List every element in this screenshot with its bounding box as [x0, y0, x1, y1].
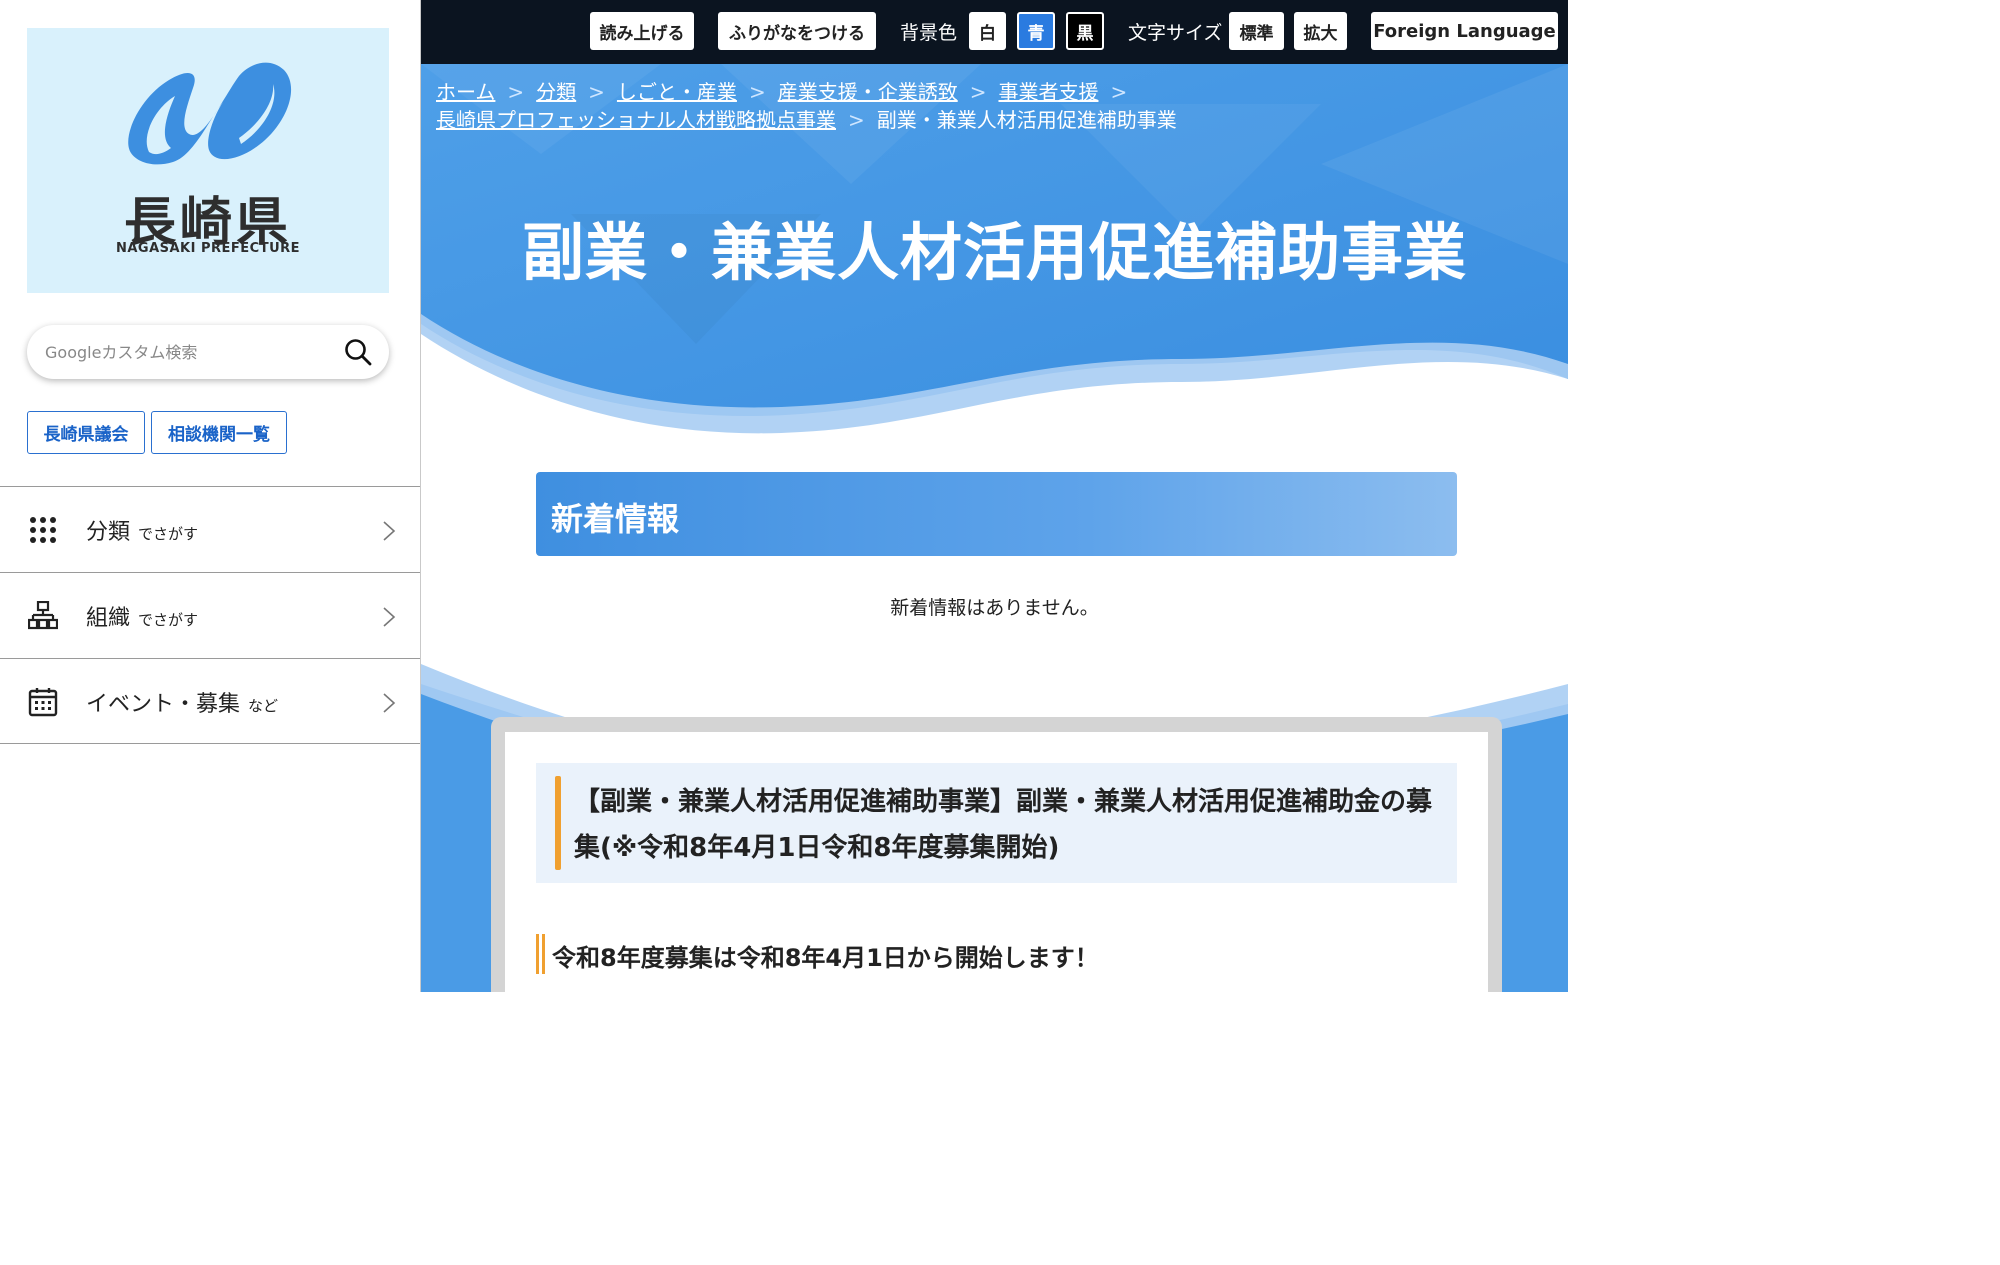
nav-label-sub: でさがす: [138, 610, 199, 629]
article-heading: 【副業・兼業人材活用促進補助事業】副業・兼業人材活用促進補助金の募集(※令和8年…: [574, 787, 1433, 863]
sidebar: 長崎県 NAGASAKI PREFECTURE 長崎県議会 相談機関一覧 分類で…: [0, 0, 421, 992]
subheading-accent-bar: [536, 934, 539, 974]
font-size-label: 文字サイズ: [1128, 22, 1223, 44]
nav-item-organization[interactable]: 組織 でさがす: [0, 572, 420, 658]
chevron-right-icon: >: [848, 108, 865, 132]
nav-divider: [0, 743, 420, 744]
search-icon: [345, 339, 372, 366]
nav-label-events: イベント・募集 など: [86, 686, 278, 718]
chevron-right-icon: >: [588, 80, 605, 104]
nav-item-events[interactable]: イベント・募集 など: [0, 658, 420, 744]
article-subheading: 令和8年度募集は令和8年4月1日から開始します！: [552, 944, 1099, 972]
background-color-label: 背景色: [900, 22, 958, 44]
bg-blue-button[interactable]: 青: [1017, 12, 1055, 50]
breadcrumb-category-link[interactable]: 分類: [536, 80, 576, 104]
nav-label-main: 分類: [86, 519, 131, 545]
prefecture-logo[interactable]: 長崎県 NAGASAKI PREFECTURE: [27, 28, 389, 293]
main-content: ホーム > 分類 > しごと・産業 > 産業支援・企業誘致 > 事業者支援 > 長崎県プロフェッショ…: [421, 64, 1568, 992]
chevron-right-icon: [383, 607, 396, 627]
bg-black-button[interactable]: 黒: [1066, 12, 1104, 50]
chevron-right-icon: >: [969, 80, 987, 104]
org-chart-icon: [28, 601, 58, 630]
subheading-accent-bar: [542, 934, 545, 974]
nav-item-category[interactable]: 分類 でさがす: [0, 486, 420, 572]
nav-label-main: イベント・募集: [86, 691, 241, 717]
breadcrumb-current: 副業・兼業人材活用促進補助事業: [876, 108, 1177, 132]
accessibility-toolbar: 読み上げる ふりがなをつける 背景色 白 青 黒 文字サイズ 標準 拡大 For…: [421, 0, 1568, 64]
font-large-button[interactable]: 拡大: [1294, 12, 1347, 50]
news-heading: 新着情報: [551, 500, 680, 538]
nav-label-category: 分類 でさがす: [86, 514, 198, 546]
chevron-right-icon: [383, 521, 396, 541]
breadcrumb: ホーム > 分類 > しごと・産業 > 産業支援・企業誘致 > 事業者支援 > 長崎県プロフェッショ…: [436, 78, 1536, 134]
foreign-language-button[interactable]: Foreign Language: [1371, 12, 1558, 50]
chevron-right-icon: >: [507, 80, 525, 104]
bg-white-button[interactable]: 白: [969, 12, 1006, 50]
news-heading-box: 新着情報: [536, 472, 1457, 556]
breadcrumb-work-industry-link[interactable]: しごと・産業: [617, 80, 737, 104]
nav-label-sub: など: [248, 696, 279, 715]
breadcrumb-home-link[interactable]: ホーム: [436, 80, 495, 104]
chevron-right-icon: >: [748, 80, 766, 104]
page-title: 副業・兼業人材活用促進補助事業: [521, 216, 1467, 289]
news-empty-message: 新着情報はありません。: [890, 597, 1099, 619]
grid-dots-icon: [30, 517, 56, 543]
breadcrumb-industry-support-link[interactable]: 産業支援・企業誘致: [778, 80, 958, 104]
nav-label-organization: 組織 でさがす: [86, 600, 198, 632]
prefectural-assembly-link[interactable]: 長崎県議会: [27, 411, 145, 454]
search-box: [27, 325, 389, 379]
chevron-right-icon: >: [1110, 80, 1128, 104]
nagasaki-logo-icon: [128, 62, 292, 165]
font-standard-button[interactable]: 標準: [1229, 12, 1284, 50]
furigana-button[interactable]: ふりがなをつける: [718, 12, 876, 50]
consultation-list-link[interactable]: 相談機関一覧: [151, 411, 287, 454]
search-button[interactable]: [343, 337, 373, 367]
calendar-icon: [28, 688, 58, 717]
article-heading-box: 【副業・兼業人材活用促進補助事業】副業・兼業人材活用促進補助金の募集(※令和8年…: [536, 763, 1457, 883]
search-input[interactable]: [45, 337, 335, 367]
heading-accent-bar: [555, 776, 561, 870]
nav-label-main: 組織: [86, 605, 131, 631]
chevron-right-icon: [383, 693, 396, 713]
nav-label-sub: でさがす: [138, 524, 199, 543]
breadcrumb-business-support-link[interactable]: 事業者支援: [998, 80, 1098, 104]
logo-english-text: NAGASAKI PREFECTURE: [115, 241, 301, 256]
read-aloud-button[interactable]: 読み上げる: [590, 12, 694, 50]
breadcrumb-pro-talent-link[interactable]: 長崎県プロフェッショナル人材戦略拠点事業: [436, 108, 836, 132]
